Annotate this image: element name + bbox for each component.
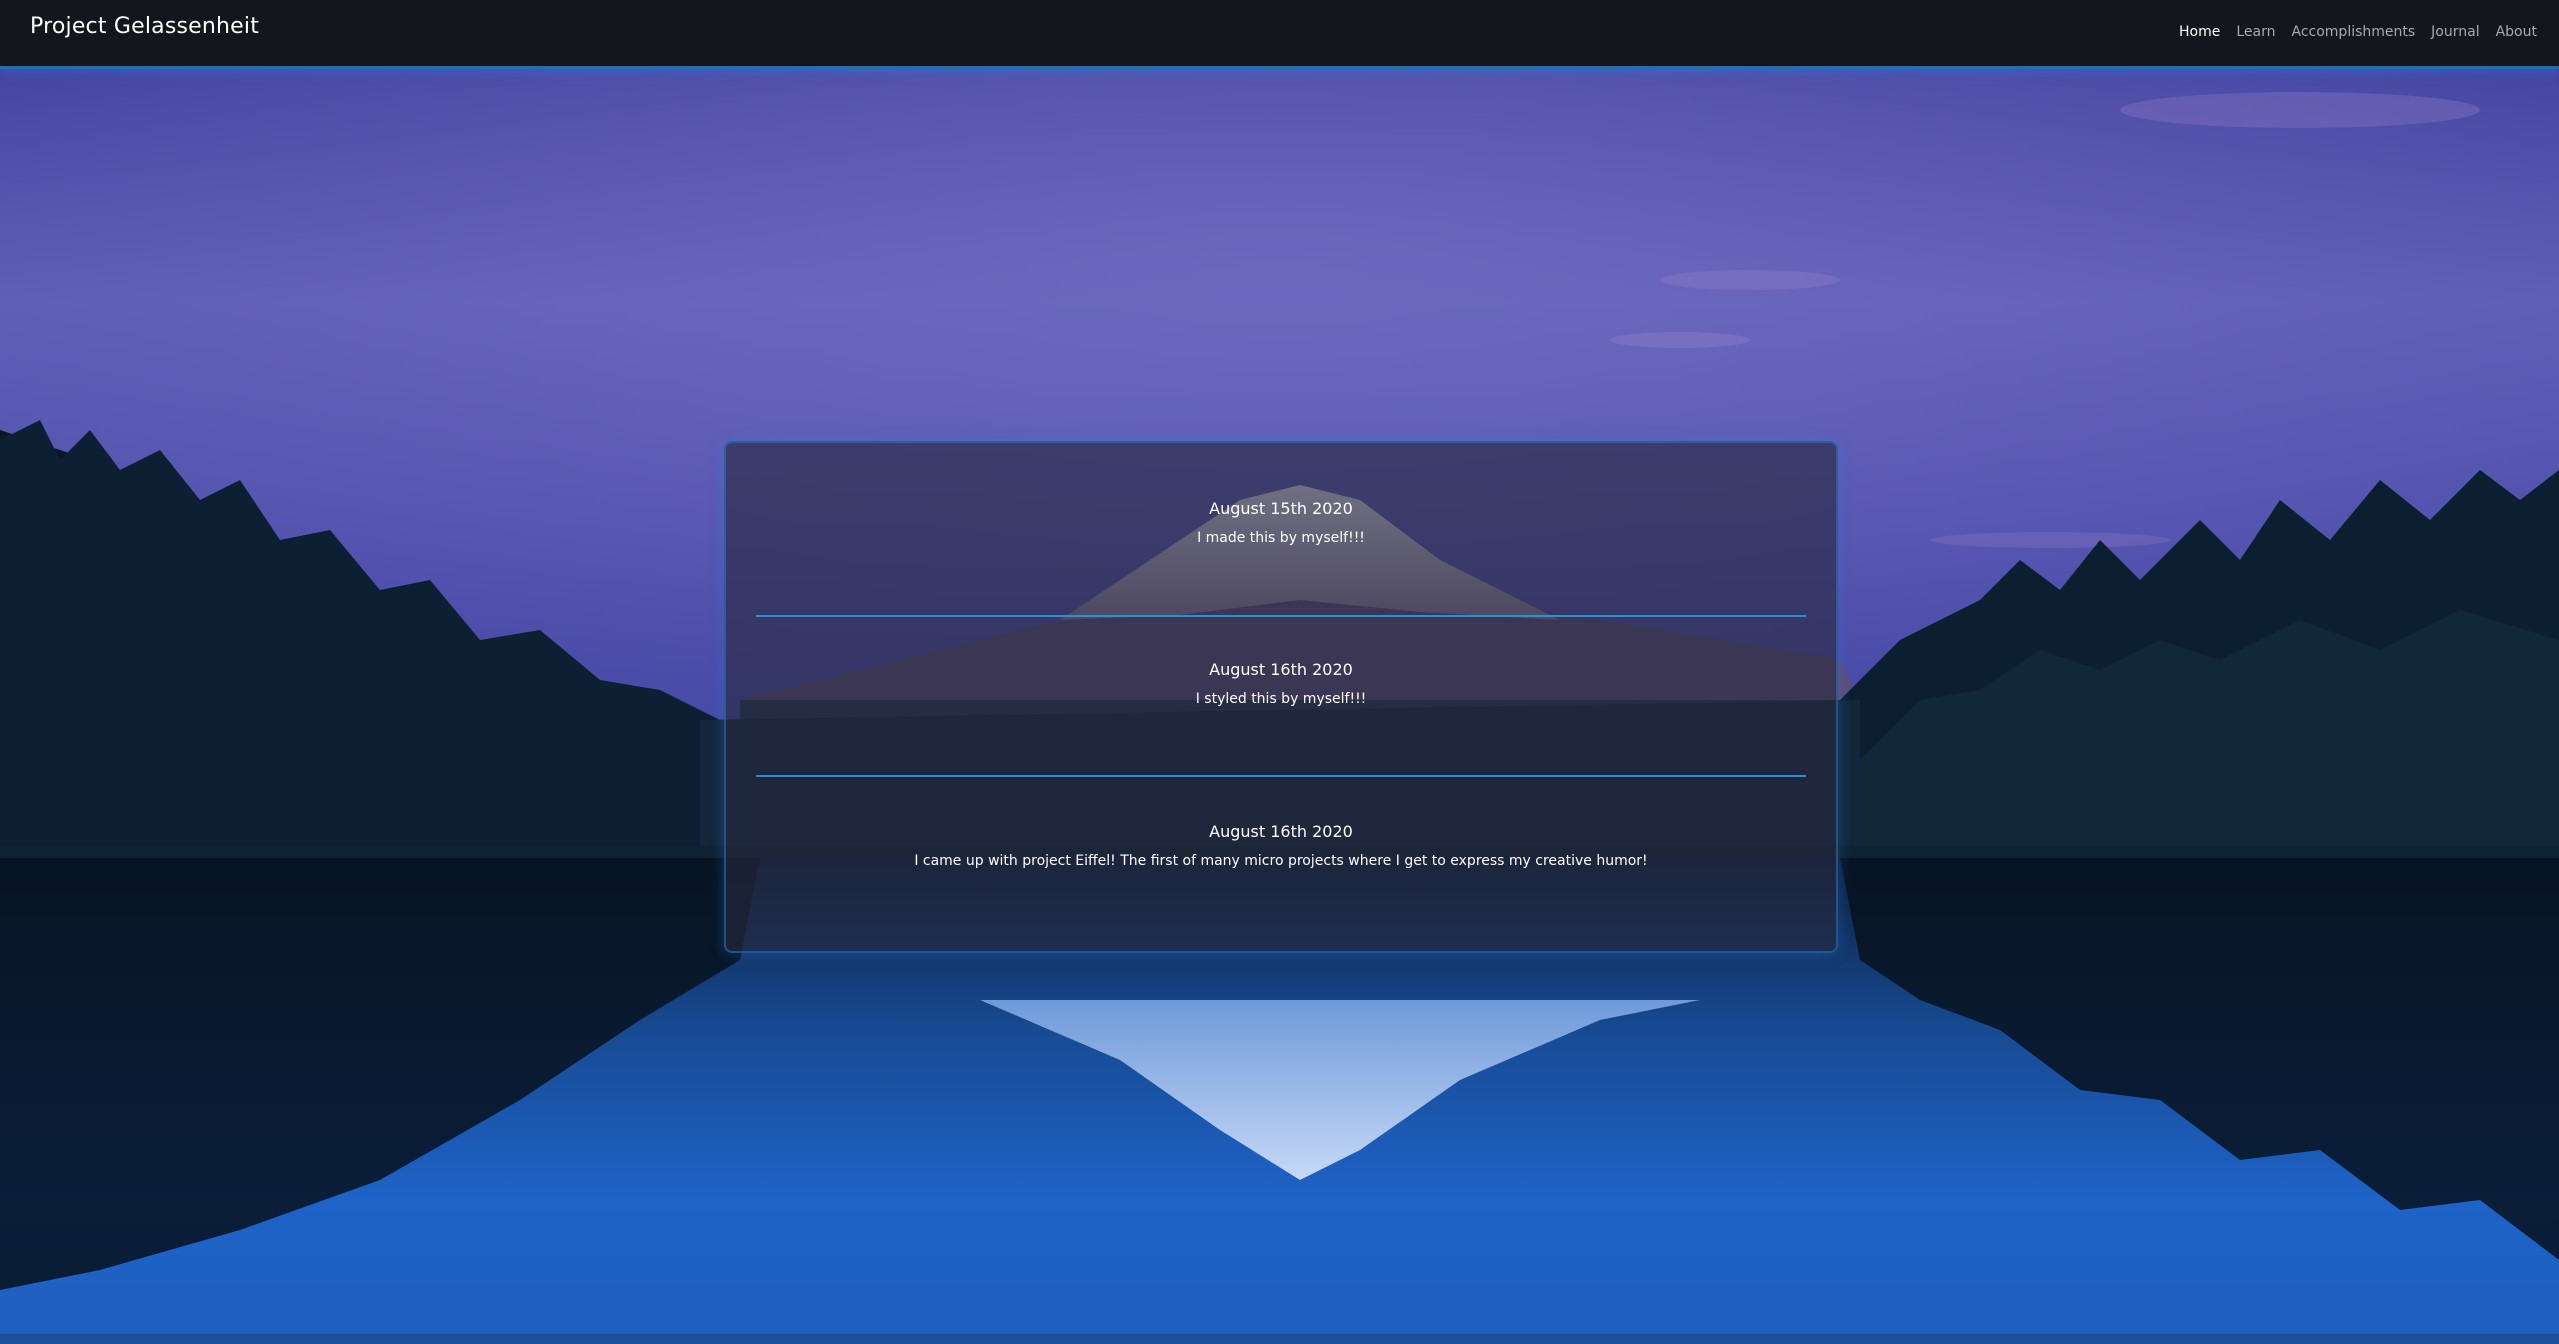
entry-divider <box>756 615 1806 617</box>
journal-card: August 15th 2020 I made this by myself!!… <box>724 441 1838 953</box>
entry-text: I styled this by myself!!! <box>1195 691 1367 707</box>
entry-text: I made this by myself!!! <box>1197 530 1365 546</box>
entry-date: August 16th 2020 <box>1209 822 1353 841</box>
entry-date: August 16th 2020 <box>1209 660 1353 679</box>
journal-entry: August 16th 2020 I styled this by myself… <box>726 660 1836 707</box>
entry-date: August 15th 2020 <box>1209 499 1353 518</box>
entry-divider <box>756 775 1806 777</box>
nav-menu: Home Learn Accomplishments Journal About <box>2163 24 2537 40</box>
entry-text: I came up with project Eiffel! The first… <box>914 853 1648 869</box>
nav-item-about[interactable]: About <box>2496 24 2537 40</box>
nav-item-learn[interactable]: Learn <box>2236 24 2275 40</box>
nav-item-home[interactable]: Home <box>2179 24 2220 40</box>
nav-item-journal[interactable]: Journal <box>2431 24 2479 40</box>
journal-entry: August 16th 2020 I came up with project … <box>726 822 1836 869</box>
journal-entry: August 15th 2020 I made this by myself!!… <box>726 499 1836 546</box>
brand-logo-text[interactable]: Project Gelassenheit <box>30 14 259 39</box>
page: Project Gelassenheit Home Learn Accompli… <box>0 0 2559 1344</box>
nav-item-accomplishments[interactable]: Accomplishments <box>2292 24 2416 40</box>
top-navbar: Project Gelassenheit Home Learn Accompli… <box>0 0 2559 69</box>
